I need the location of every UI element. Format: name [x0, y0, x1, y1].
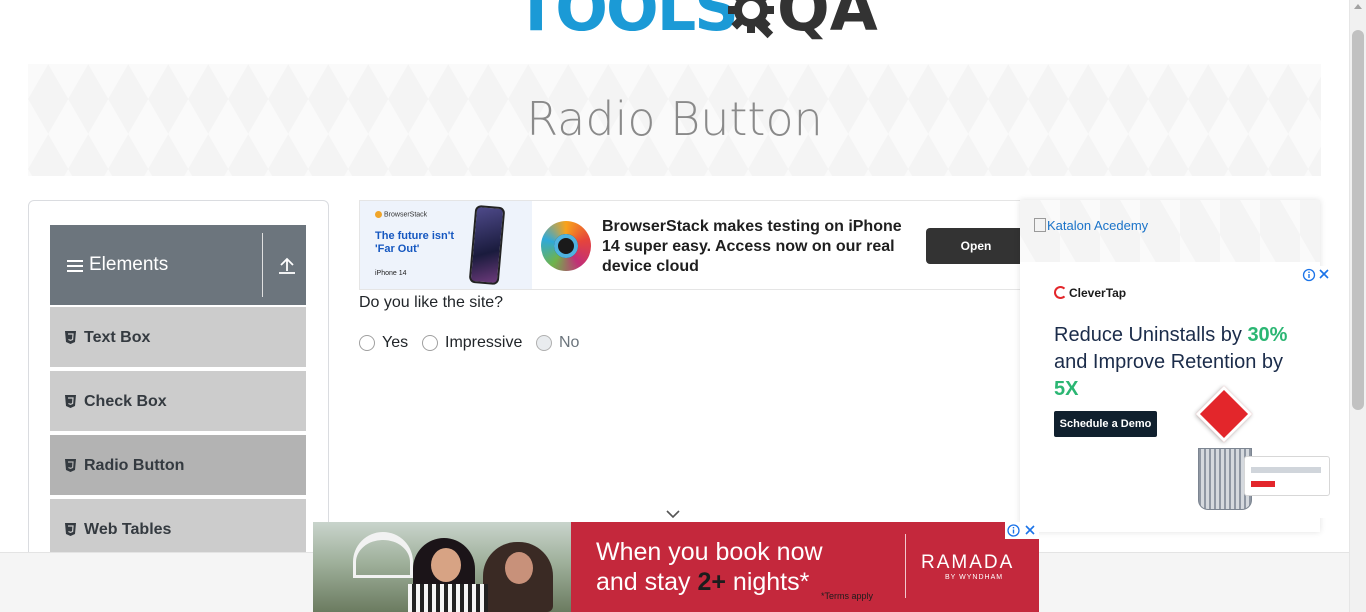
- scroll-up-icon[interactable]: [1354, 4, 1362, 9]
- ad-headline-line2: and stay 2+ nights*: [596, 568, 809, 597]
- radio-label-no: No: [559, 334, 580, 351]
- ramada-logo: RAMADA: [921, 552, 1015, 573]
- radio-input-no: [536, 335, 552, 351]
- page-title: Radio Button: [526, 92, 823, 146]
- sidebar-item-radio-button[interactable]: Radio Button: [50, 435, 306, 497]
- katalon-academy-image[interactable]: Katalon Acedemy: [1034, 218, 1148, 233]
- page-scrollbar[interactable]: [1349, 0, 1366, 612]
- divider: [905, 534, 906, 598]
- browserstack-ad[interactable]: BrowserStack The future isn't 'Far Out' …: [359, 200, 1021, 290]
- radio-input-yes[interactable]: [359, 335, 375, 351]
- sidebar-item-label: Check Box: [84, 393, 167, 410]
- sidebar-item-label: Text Box: [84, 329, 151, 346]
- browserstack-logo-icon: [541, 221, 591, 271]
- radio-label-yes[interactable]: Yes: [382, 334, 408, 352]
- radio-no: No: [536, 334, 596, 352]
- close-icon: [1319, 269, 1329, 279]
- ad-text-highlight: 2+: [697, 568, 726, 596]
- divider: [262, 233, 263, 297]
- wyndham-sublabel: BY WYNDHAM: [945, 574, 1004, 581]
- dashboard-illustration: [1244, 456, 1330, 496]
- sidebar-item-label: Radio Button: [84, 457, 185, 474]
- ad-text-part: and stay: [596, 568, 698, 596]
- ad-headline: Reduce Uninstalls by 30% and Improve Ret…: [1054, 322, 1294, 403]
- clevertap-logo-icon: [1054, 286, 1067, 299]
- html5-icon: [65, 395, 76, 408]
- chevron-down-icon[interactable]: [666, 509, 680, 519]
- right-ad-card: Katalon Acedemy CleverTap Reduce Uninsta…: [1020, 200, 1332, 532]
- collapse-up-icon[interactable]: [276, 255, 298, 277]
- gear-icon: [728, 0, 774, 39]
- sidebar: Elements Text Box Check Box Radio Button…: [28, 200, 329, 580]
- page-header-banner: Radio Button: [28, 64, 1321, 176]
- radio-label-impressive[interactable]: Impressive: [445, 334, 522, 352]
- page: TOOLS QA Radio Button Elements Text Box …: [0, 0, 1366, 612]
- broken-image-icon: [1034, 218, 1046, 232]
- ramada-ad[interactable]: When you book now and stay 2+ nights* *T…: [313, 522, 1039, 612]
- headline-part: and Improve Retention by: [1054, 351, 1284, 373]
- sidebar-group-elements[interactable]: Elements: [50, 225, 306, 305]
- ad-controls[interactable]: [1300, 266, 1332, 284]
- question-label: Do you like the site?: [359, 294, 504, 311]
- ad-headline-line1: When you book now: [596, 538, 823, 566]
- logo-text-qa: QA: [777, 0, 878, 45]
- html5-icon: [65, 331, 76, 344]
- logo-text-tools: TOOLS: [515, 0, 739, 45]
- toolsqa-logo[interactable]: TOOLS QA: [515, 0, 878, 54]
- ad-text-part: nights*: [725, 568, 810, 596]
- browserstack-logo-icon: [375, 211, 382, 218]
- ad-device: iPhone 14: [375, 270, 407, 277]
- katalon-ad-area: Katalon Acedemy: [1020, 200, 1320, 262]
- sidebar-item-label: Web Tables: [84, 521, 172, 538]
- headline-highlight: 5X: [1054, 378, 1079, 400]
- ad-open-button[interactable]: Open: [926, 228, 1020, 264]
- clevertap-brand: CleverTap: [1069, 286, 1127, 300]
- info-icon: [1302, 268, 1316, 282]
- ad-photo: [313, 522, 571, 612]
- clevertap-logo: CleverTap: [1054, 286, 1126, 300]
- ad-terms: *Terms apply: [821, 591, 874, 601]
- headline-part: Reduce Uninstalls by: [1054, 324, 1248, 346]
- ad-text: BrowserStack makes testing on iPhone 14 …: [602, 218, 902, 275]
- clevertap-ad[interactable]: CleverTap Reduce Uninstalls by 30% and I…: [1034, 266, 1332, 518]
- sidebar-item-check-box[interactable]: Check Box: [50, 371, 306, 433]
- radio-input-impressive[interactable]: [422, 335, 438, 351]
- scrollbar-thumb[interactable]: [1352, 30, 1364, 410]
- hamburger-icon: [67, 260, 83, 273]
- image-alt-text: Katalon Acedemy: [1047, 218, 1149, 233]
- schedule-demo-button[interactable]: Schedule a Demo: [1054, 411, 1157, 437]
- ad-controls[interactable]: [1005, 522, 1039, 539]
- ad-brand-label: BrowserStack: [384, 211, 428, 219]
- radio-yes[interactable]: Yes: [359, 334, 419, 352]
- ad-creative: BrowserStack The future isn't 'Far Out' …: [360, 201, 532, 289]
- ad-brand: BrowserStack: [375, 211, 427, 218]
- phone-image: [468, 204, 506, 286]
- sidebar-item-text-box[interactable]: Text Box: [50, 307, 306, 369]
- html5-icon: [65, 523, 76, 536]
- ad-tagline: The future isn't 'Far Out': [375, 230, 455, 255]
- sidebar-group-title: Elements: [89, 254, 169, 275]
- html5-icon: [65, 459, 76, 472]
- headline-highlight: 30%: [1247, 324, 1288, 346]
- radio-impressive[interactable]: Impressive: [422, 334, 532, 352]
